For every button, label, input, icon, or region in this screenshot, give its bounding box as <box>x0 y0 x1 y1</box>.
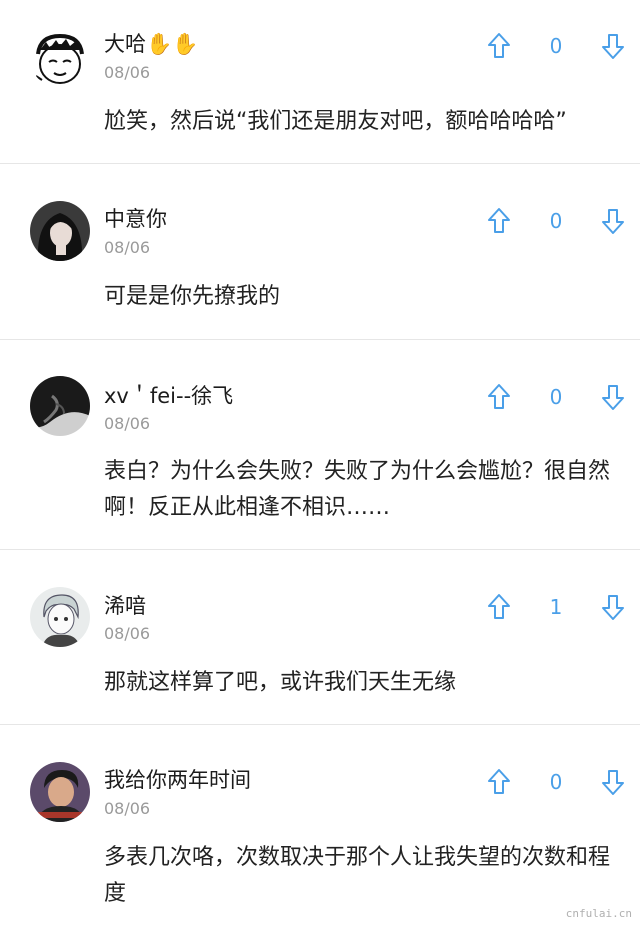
vote-count: 0 <box>549 770 563 794</box>
anime-boy-avatar-icon <box>30 587 90 647</box>
vote-count: 0 <box>549 385 563 409</box>
arrow-down-icon <box>602 770 624 795</box>
username[interactable]: xv＇fei--徐飞 <box>104 383 233 409</box>
vote-count: 1 <box>549 595 563 619</box>
upvote-button[interactable] <box>484 382 514 412</box>
downvote-button[interactable] <box>598 206 628 236</box>
watermark: cnfulai.cn <box>565 907 632 920</box>
comment-item: 中意你 08/06 0 可是是你先撩我的 <box>0 163 640 340</box>
username[interactable]: 大哈✋✋ <box>104 31 198 57</box>
comment-date: 08/06 <box>104 414 151 433</box>
downvote-button[interactable] <box>598 592 628 622</box>
comment-date: 08/06 <box>104 63 151 82</box>
upvote-button[interactable] <box>484 206 514 236</box>
comment-text: 可是是你先撩我的 <box>104 284 281 309</box>
arrow-up-icon <box>488 384 510 409</box>
comment-text: 尬笑，然后说“我们还是朋友对吧，额哈哈哈哈” <box>104 109 567 134</box>
arrow-up-icon <box>488 33 510 58</box>
comment-date: 08/06 <box>104 799 151 818</box>
downvote-button[interactable] <box>598 382 628 412</box>
comment-text: 表白？为什么会失败？失败了为什么会尴尬？很自然啊！反正从此相逢不相识…… <box>104 459 611 520</box>
comment-item: 我给你两年时间 08/06 0 多表几次咯，次数取决于那个人让我失望的次数和程度 <box>0 724 640 926</box>
avatar[interactable] <box>30 587 90 647</box>
upvote-button[interactable] <box>484 767 514 797</box>
upvote-button[interactable] <box>484 31 514 61</box>
dark-abstract-avatar-icon <box>30 376 90 436</box>
username[interactable]: 中意你 <box>104 206 167 232</box>
avatar[interactable] <box>30 376 90 436</box>
comment-text: 多表几次咯，次数取决于那个人让我失望的次数和程度 <box>104 845 611 906</box>
arrow-down-icon <box>602 595 624 620</box>
comment-date: 08/06 <box>104 624 151 643</box>
downvote-button[interactable] <box>598 31 628 61</box>
arrow-down-icon <box>602 209 624 234</box>
comment-text: 那就这样算了吧，或许我们天生无缘 <box>104 670 457 695</box>
photo-man-avatar-icon <box>30 762 90 822</box>
arrow-up-icon <box>488 208 510 233</box>
upvote-button[interactable] <box>484 592 514 622</box>
avatar[interactable] <box>30 762 90 822</box>
arrow-up-icon <box>488 769 510 794</box>
raised-hand-icon: ✋✋ <box>146 32 199 56</box>
avatar[interactable] <box>30 28 90 88</box>
comment-item: 大哈✋✋ 08/06 0 尬笑，然后说“我们还是朋友对吧，额哈哈哈哈” <box>0 0 640 164</box>
username[interactable]: 浠喑 <box>104 593 146 619</box>
vote-count: 0 <box>549 34 563 58</box>
arrow-down-icon <box>602 34 624 59</box>
downvote-button[interactable] <box>598 767 628 797</box>
vote-count: 0 <box>549 209 563 233</box>
comment-date: 08/06 <box>104 238 151 257</box>
comment-item: xv＇fei--徐飞 08/06 0 表白？为什么会失败？失败了为什么会尴尬？很… <box>0 339 640 550</box>
avatar[interactable] <box>30 201 90 261</box>
cartoon-face-avatar-icon <box>30 28 90 88</box>
portrait-girl-avatar-icon <box>30 201 90 261</box>
comment-item: 浠喑 08/06 1 那就这样算了吧，或许我们天生无缘 <box>0 549 640 725</box>
arrow-down-icon <box>602 385 624 410</box>
arrow-up-icon <box>488 594 510 619</box>
username[interactable]: 我给你两年时间 <box>104 767 251 793</box>
